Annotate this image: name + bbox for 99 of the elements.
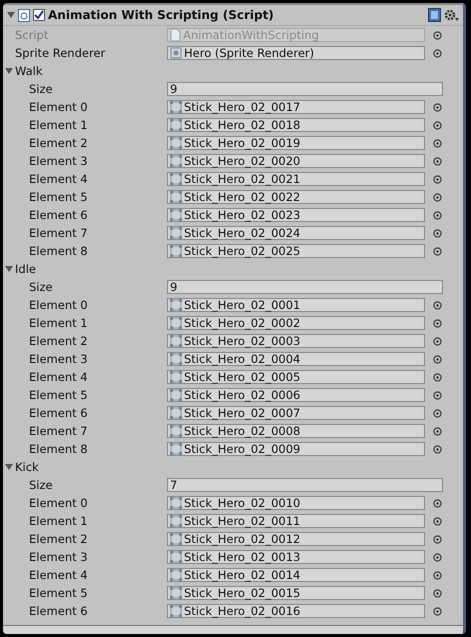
element-label: Element 8 — [28, 442, 89, 456]
element-label: Element 3 — [28, 352, 89, 366]
sprite-icon — [170, 227, 182, 239]
element-label: Element 0 — [28, 496, 89, 510]
element-label: Element 4 — [28, 568, 89, 582]
sprite-icon — [170, 137, 182, 149]
size-label: Size — [28, 82, 54, 96]
sprite-icon — [170, 389, 182, 401]
size-field[interactable]: 7 — [167, 478, 443, 492]
sprite-icon — [170, 101, 182, 113]
object-field[interactable]: Stick_Hero_02_0023 — [167, 208, 425, 222]
sprite-icon — [170, 371, 182, 383]
element-label: Element 5 — [28, 190, 89, 204]
element-label: Element 3 — [28, 550, 89, 564]
sprite-icon — [170, 587, 182, 599]
object-field[interactable]: Stick_Hero_02_0022 — [167, 190, 425, 204]
sprite-icon — [170, 119, 182, 131]
element-label: Element 1 — [28, 514, 89, 528]
element-label: Element 6 — [28, 604, 89, 618]
sprite-icon — [170, 191, 182, 203]
element-label: Element 5 — [28, 586, 89, 600]
object-field[interactable]: Stick_Hero_02_0020 — [167, 154, 425, 168]
element-label: Element 1 — [28, 118, 89, 132]
script-icon — [170, 29, 181, 41]
size-label: Size — [28, 280, 54, 294]
object-field[interactable]: Stick_Hero_02_0005 — [167, 370, 425, 384]
array-label[interactable]: Idle — [15, 262, 36, 276]
object-field[interactable]: Stick_Hero_02_0018 — [167, 118, 425, 132]
sprite-icon — [170, 317, 182, 329]
object-field[interactable]: Stick_Hero_02_0021 — [167, 172, 425, 186]
sprite-icon — [170, 497, 182, 509]
element-label: Element 1 — [28, 316, 89, 330]
sprite-icon — [170, 425, 182, 437]
sprite-icon — [170, 515, 182, 527]
object-field[interactable]: Stick_Hero_02_0017 — [167, 100, 425, 114]
object-field[interactable]: Stick_Hero_02_0006 — [167, 388, 425, 402]
script-file-icon — [18, 8, 30, 22]
element-label: Element 7 — [28, 226, 89, 240]
expanded-triangle-icon[interactable] — [5, 463, 13, 471]
element-label: Element 2 — [28, 334, 89, 348]
element-label: Element 2 — [28, 136, 89, 150]
object-field[interactable]: Stick_Hero_02_0007 — [167, 406, 425, 420]
sprite-icon — [170, 569, 182, 581]
size-field[interactable]: 9 — [167, 280, 443, 294]
object-field[interactable]: Stick_Hero_02_0001 — [167, 298, 425, 312]
sprite-icon — [170, 407, 182, 419]
element-label: Element 4 — [28, 370, 89, 384]
element-label: Element 6 — [28, 208, 89, 222]
element-label: Element 6 — [28, 406, 89, 420]
element-label: Element 5 — [28, 388, 89, 402]
object-field[interactable]: Stick_Hero_02_0019 — [167, 136, 425, 150]
object-field[interactable]: Stick_Hero_02_0014 — [167, 568, 425, 582]
array-label[interactable]: Walk — [15, 64, 43, 78]
element-label: Element 3 — [28, 154, 89, 168]
size-field[interactable]: 9 — [167, 82, 443, 96]
object-field[interactable]: Stick_Hero_02_0003 — [167, 334, 425, 348]
object-field[interactable]: Stick_Hero_02_0008 — [167, 424, 425, 438]
object-field[interactable]: Stick_Hero_02_0002 — [167, 316, 425, 330]
sprite-icon — [170, 335, 182, 347]
enabled-checkbox[interactable] — [33, 9, 45, 21]
object-field[interactable]: Stick_Hero_02_0011 — [167, 514, 425, 528]
element-label: Element 0 — [28, 100, 89, 114]
help-book-icon[interactable] — [428, 8, 441, 22]
object-field[interactable]: Stick_Hero_02_0024 — [167, 226, 425, 240]
sprite-icon — [170, 155, 182, 167]
sprite-icon — [170, 353, 182, 365]
object-field[interactable]: Stick_Hero_02_0009 — [167, 442, 425, 456]
component-title: Animation With Scripting (Script) — [48, 8, 275, 22]
sprite-renderer-icon — [170, 47, 182, 59]
sprite-icon — [170, 533, 182, 545]
element-label: Element 0 — [28, 298, 89, 312]
sprite-icon — [170, 209, 182, 221]
field-label: Sprite Renderer — [14, 46, 106, 60]
object-field[interactable]: Stick_Hero_02_0010 — [167, 496, 425, 510]
object-field: AnimationWithScripting — [167, 28, 425, 42]
element-label: Element 2 — [28, 532, 89, 546]
object-field[interactable]: Stick_Hero_02_0013 — [167, 550, 425, 564]
array-label[interactable]: Kick — [15, 460, 39, 474]
field-label: Script — [14, 28, 50, 42]
element-label: Element 8 — [28, 244, 89, 258]
sprite-icon — [170, 605, 182, 617]
expanded-triangle-icon[interactable] — [7, 11, 15, 19]
object-field[interactable]: Stick_Hero_02_0015 — [167, 586, 425, 600]
sprite-icon — [170, 245, 182, 257]
sprite-icon — [170, 173, 182, 185]
sprite-icon — [170, 299, 182, 311]
sprite-icon — [170, 551, 182, 563]
expanded-triangle-icon[interactable] — [5, 265, 13, 273]
expanded-triangle-icon[interactable] — [5, 67, 13, 75]
sprite-icon — [170, 443, 182, 455]
object-field[interactable]: Stick_Hero_02_0004 — [167, 352, 425, 366]
size-label: Size — [28, 478, 54, 492]
element-label: Element 4 — [28, 172, 89, 186]
object-field[interactable]: Stick_Hero_02_0025 — [167, 244, 425, 258]
settings-icon[interactable] — [444, 8, 459, 22]
object-field[interactable]: Stick_Hero_02_0016 — [167, 604, 425, 618]
object-field[interactable]: Hero (Sprite Renderer) — [167, 46, 425, 60]
object-field[interactable]: Stick_Hero_02_0012 — [167, 532, 425, 546]
element-label: Element 7 — [28, 424, 89, 438]
